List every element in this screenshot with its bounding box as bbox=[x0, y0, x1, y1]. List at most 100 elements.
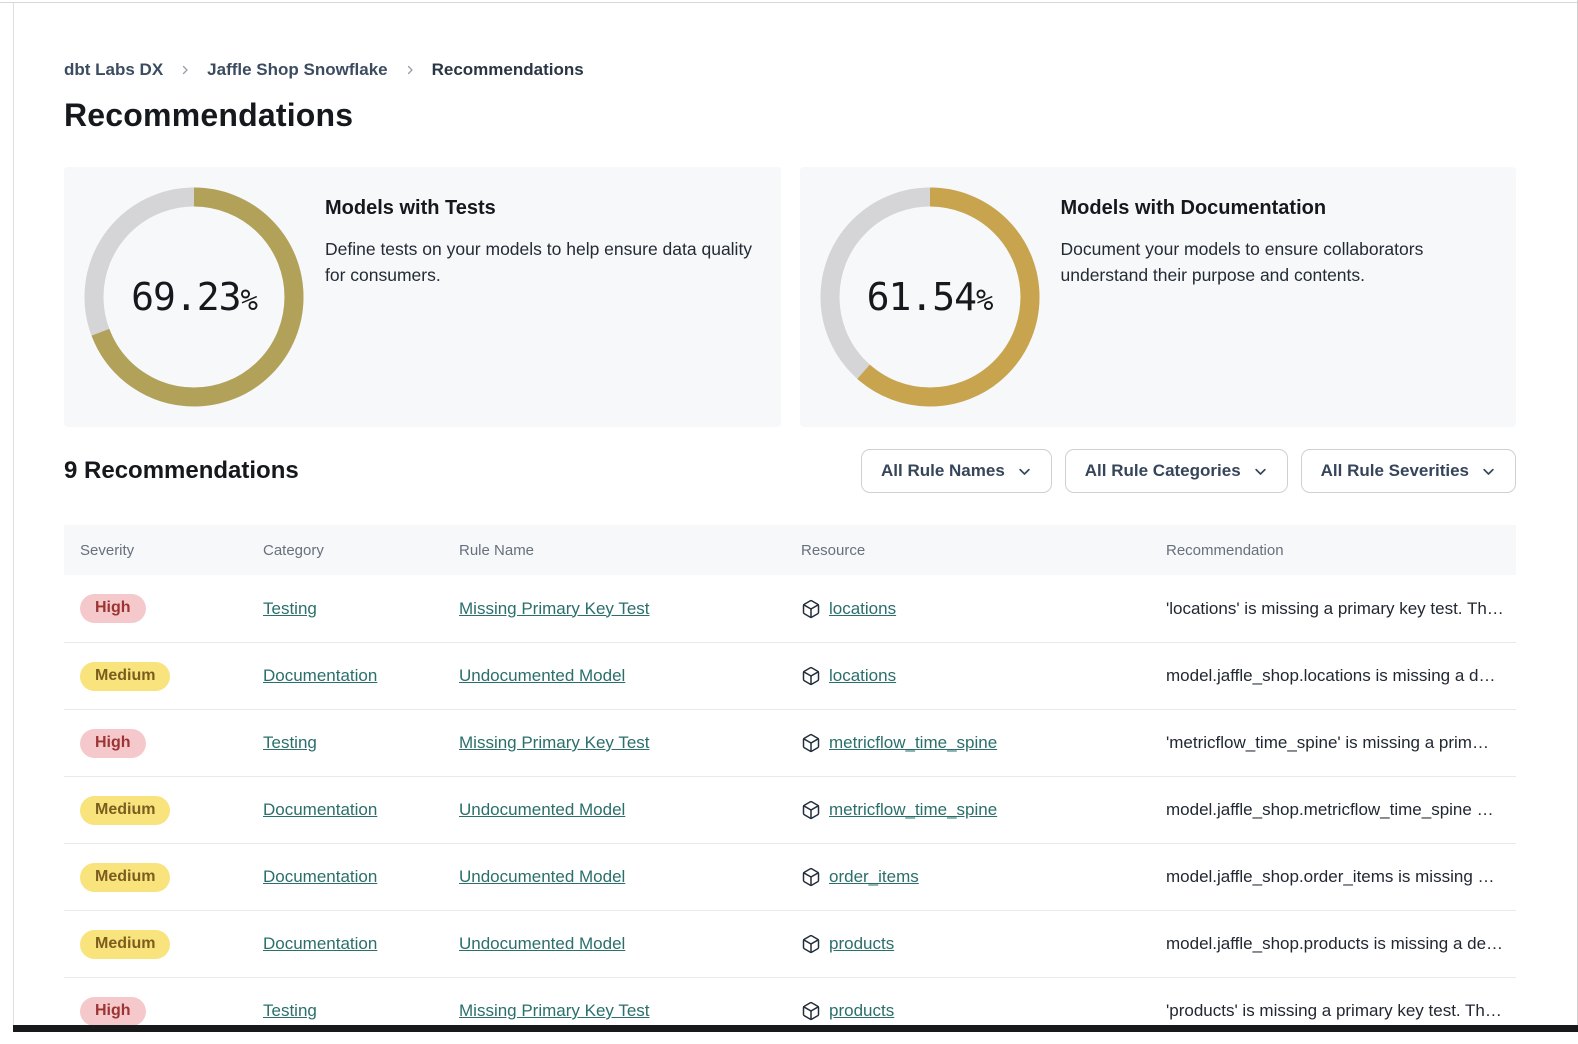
recommendation-text: 'locations' is missing a primary key tes… bbox=[1166, 599, 1504, 618]
cutoff-row-strip bbox=[13, 1025, 1578, 1032]
recommendation-text: model.jaffle_shop.products is missing a … bbox=[1166, 934, 1503, 953]
category-link[interactable]: Documentation bbox=[263, 934, 377, 953]
metric-card-title: Models with Documentation bbox=[1061, 197, 1493, 220]
category-cell: Documentation bbox=[247, 800, 443, 820]
severity-cell: Medium bbox=[64, 863, 247, 892]
severity-badge: High bbox=[80, 729, 146, 758]
rule-name-link[interactable]: Undocumented Model bbox=[459, 800, 625, 819]
table-body: High Testing Missing Primary Key Test locat… bbox=[64, 575, 1516, 1044]
resource-link[interactable]: order_items bbox=[829, 867, 919, 887]
filter-dropdown-label: All Rule Severities bbox=[1321, 461, 1469, 481]
recommendations-table: SeverityCategoryRule NameResourceRecomme… bbox=[64, 525, 1516, 1044]
table-header-row: SeverityCategoryRule NameResourceRecomme… bbox=[64, 525, 1516, 575]
category-cell: Documentation bbox=[247, 666, 443, 686]
rule-name-cell: Missing Primary Key Test bbox=[443, 599, 785, 619]
column-header: Severity bbox=[64, 542, 247, 559]
list-header: 9 Recommendations All Rule NamesAll Rule… bbox=[64, 449, 1516, 493]
table-row: Medium Documentation Undocumented Model met… bbox=[64, 776, 1516, 843]
severity-badge: High bbox=[80, 997, 146, 1026]
severity-badge: High bbox=[80, 594, 146, 623]
resource-cell: order_items bbox=[785, 867, 1150, 887]
table-row: Medium Documentation Undocumented Model loc… bbox=[64, 642, 1516, 709]
donut-percent-label: 61.54% bbox=[820, 187, 1040, 407]
model-cube-icon bbox=[801, 666, 821, 686]
severity-cell: Medium bbox=[64, 796, 247, 825]
chevron-right-icon bbox=[404, 64, 416, 76]
severity-cell: Medium bbox=[64, 930, 247, 959]
severity-cell: High bbox=[64, 729, 247, 758]
metric-card: 61.54%Models with DocumentationDocument … bbox=[800, 167, 1517, 427]
donut-chart: 61.54% bbox=[820, 187, 1040, 407]
severity-badge: Medium bbox=[80, 863, 170, 892]
resource-link[interactable]: metricflow_time_spine bbox=[829, 733, 997, 753]
breadcrumb-item: Recommendations bbox=[432, 60, 584, 80]
model-cube-icon bbox=[801, 733, 821, 753]
category-cell: Testing bbox=[247, 733, 443, 753]
category-cell: Documentation bbox=[247, 934, 443, 954]
resource-link[interactable]: products bbox=[829, 1001, 894, 1021]
category-link[interactable]: Documentation bbox=[263, 666, 377, 685]
table-row: High Testing Missing Primary Key Test produ… bbox=[64, 977, 1516, 1044]
category-cell: Documentation bbox=[247, 867, 443, 887]
chevron-right-icon bbox=[179, 64, 191, 76]
column-header: Recommendation bbox=[1150, 542, 1516, 559]
rule-name-link[interactable]: Missing Primary Key Test bbox=[459, 599, 650, 618]
rule-name-cell: Missing Primary Key Test bbox=[443, 1001, 785, 1021]
category-link[interactable]: Testing bbox=[263, 733, 317, 752]
resource-cell: metricflow_time_spine bbox=[785, 800, 1150, 820]
rule-name-link[interactable]: Undocumented Model bbox=[459, 666, 625, 685]
filter-dropdown-label: All Rule Names bbox=[881, 461, 1005, 481]
content-left-divider bbox=[13, 3, 14, 1032]
recommendation-text: 'products' is missing a primary key test… bbox=[1166, 1001, 1502, 1020]
rule-name-link[interactable]: Missing Primary Key Test bbox=[459, 733, 650, 752]
severity-badge: Medium bbox=[80, 796, 170, 825]
severity-cell: Medium bbox=[64, 662, 247, 691]
resource-link[interactable]: metricflow_time_spine bbox=[829, 800, 997, 820]
column-header: Resource bbox=[785, 542, 1150, 559]
table-row: High Testing Missing Primary Key Test metri… bbox=[64, 709, 1516, 776]
resource-cell: metricflow_time_spine bbox=[785, 733, 1150, 753]
rule-name-link[interactable]: Undocumented Model bbox=[459, 934, 625, 953]
recommendation-text: model.jaffle_shop.order_items is missing… bbox=[1166, 867, 1495, 886]
filter-bar: All Rule Names All Rule Categories All Rul… bbox=[861, 449, 1516, 493]
resource-link[interactable]: locations bbox=[829, 666, 896, 686]
table-row: Medium Documentation Undocumented Model pro… bbox=[64, 910, 1516, 977]
resource-cell: products bbox=[785, 934, 1150, 954]
rule-severities-filter-dropdown[interactable]: All Rule Severities bbox=[1301, 449, 1516, 493]
table-row: Medium Documentation Undocumented Model ord… bbox=[64, 843, 1516, 910]
resource-link[interactable]: locations bbox=[829, 599, 896, 619]
category-link[interactable]: Documentation bbox=[263, 867, 377, 886]
donut-percent-label: 69.23% bbox=[84, 187, 304, 407]
rule-name-link[interactable]: Missing Primary Key Test bbox=[459, 1001, 650, 1020]
rule-name-cell: Undocumented Model bbox=[443, 934, 785, 954]
rule-categories-filter-dropdown[interactable]: All Rule Categories bbox=[1065, 449, 1288, 493]
column-header: Category bbox=[247, 542, 443, 559]
rule-name-link[interactable]: Undocumented Model bbox=[459, 867, 625, 886]
page-title: Recommendations bbox=[64, 97, 1516, 134]
metric-card-description: Define tests on your models to help ensu… bbox=[325, 236, 757, 288]
rule-name-cell: Undocumented Model bbox=[443, 666, 785, 686]
breadcrumb-item[interactable]: dbt Labs DX bbox=[64, 60, 163, 80]
rule-names-filter-dropdown[interactable]: All Rule Names bbox=[861, 449, 1052, 493]
category-link[interactable]: Documentation bbox=[263, 800, 377, 819]
category-cell: Testing bbox=[247, 599, 443, 619]
filter-dropdown-label: All Rule Categories bbox=[1085, 461, 1241, 481]
breadcrumb-item[interactable]: Jaffle Shop Snowflake bbox=[207, 60, 387, 80]
rule-name-cell: Undocumented Model bbox=[443, 867, 785, 887]
recommendation-cell: model.jaffle_shop.products is missing a … bbox=[1150, 934, 1516, 954]
category-link[interactable]: Testing bbox=[263, 1001, 317, 1020]
column-header: Rule Name bbox=[443, 542, 785, 559]
resource-link[interactable]: products bbox=[829, 934, 894, 954]
model-cube-icon bbox=[801, 934, 821, 954]
severity-badge: Medium bbox=[80, 930, 170, 959]
recommendation-text: model.jaffle_shop.locations is missing a… bbox=[1166, 666, 1495, 685]
metric-card-text: Models with TestsDefine tests on your mo… bbox=[325, 197, 757, 288]
category-link[interactable]: Testing bbox=[263, 599, 317, 618]
resource-cell: locations bbox=[785, 666, 1150, 686]
metric-card-text: Models with DocumentationDocument your m… bbox=[1061, 197, 1493, 288]
model-cube-icon bbox=[801, 599, 821, 619]
metric-card: 69.23%Models with TestsDefine tests on y… bbox=[64, 167, 781, 427]
model-cube-icon bbox=[801, 867, 821, 887]
metric-cards: 69.23%Models with TestsDefine tests on y… bbox=[64, 167, 1516, 427]
chevron-down-icon bbox=[1253, 464, 1268, 479]
